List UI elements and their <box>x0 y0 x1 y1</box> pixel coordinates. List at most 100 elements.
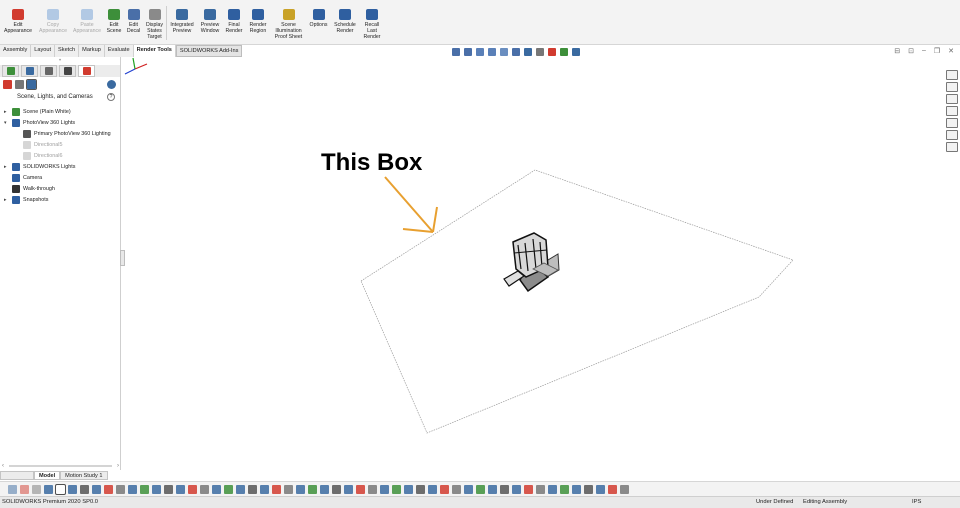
tree-node[interactable]: Directional5 <box>0 139 120 150</box>
tree-node[interactable]: Directional6 <box>0 150 120 161</box>
toolbar-tool-45-icon[interactable] <box>536 484 545 494</box>
dynamic-annotation-icon[interactable] <box>500 48 508 56</box>
toolbar-tool-46-icon[interactable] <box>548 484 557 494</box>
toolbar-tool-42-icon[interactable] <box>500 484 509 494</box>
edit-appearance-hud-icon[interactable] <box>548 48 556 56</box>
toolbar-tool-50-icon[interactable] <box>596 484 605 494</box>
window-control-2[interactable]: – <box>922 47 926 55</box>
file-explorer-icon[interactable] <box>946 94 958 104</box>
toolbar-tool-32-icon[interactable] <box>380 484 389 494</box>
preview-window-button[interactable]: Preview Window <box>197 0 223 45</box>
tab-evaluate[interactable]: Evaluate <box>104 45 134 57</box>
schedule-render-button[interactable]: Schedule Render <box>331 0 359 45</box>
toolbar-tool-30-icon[interactable] <box>356 484 365 494</box>
toolbar-tool-10-icon[interactable] <box>116 484 125 494</box>
property-manager-tab[interactable] <box>21 65 38 77</box>
toolbar-tool-34-icon[interactable] <box>404 484 413 494</box>
edit-decal-button[interactable]: Edit Decal <box>124 0 143 45</box>
toolbar-tool-7-icon[interactable] <box>80 484 89 494</box>
toolbar-tool-19-icon[interactable] <box>224 484 233 494</box>
edit-scene-button[interactable]: Edit Scene <box>104 0 124 45</box>
hide-show-items-icon[interactable] <box>536 48 544 56</box>
view-palette-icon[interactable] <box>946 106 958 116</box>
tree-node[interactable]: Camera <box>0 172 120 183</box>
tab-assembly[interactable]: Assembly <box>0 45 32 57</box>
toolbar-tool-52-icon[interactable] <box>620 484 629 494</box>
toolbar-tool-47-icon[interactable] <box>560 484 569 494</box>
design-library-icon[interactable] <box>946 82 958 92</box>
tab-markup[interactable]: Markup <box>79 45 105 57</box>
home-icon[interactable] <box>946 70 958 80</box>
custom-properties-icon[interactable] <box>946 130 958 140</box>
display-style-icon[interactable] <box>524 48 532 56</box>
section-view-icon[interactable] <box>488 48 496 56</box>
expand-arrow-icon[interactable]: ▸ <box>4 197 7 203</box>
integrated-preview-button[interactable]: Integrated Preview <box>167 0 197 45</box>
toolbar-tool-4-icon[interactable] <box>44 484 53 494</box>
toolbar-tool-17-icon[interactable] <box>200 484 209 494</box>
toolbar-tool-29-icon[interactable] <box>344 484 353 494</box>
toolbar-tool-33-icon[interactable] <box>392 484 401 494</box>
appearances-icon[interactable] <box>3 79 12 89</box>
toolbar-tool-31-icon[interactable] <box>368 484 377 494</box>
solidworks-forum-icon[interactable] <box>946 142 958 152</box>
toolbar-tool-25-icon[interactable] <box>296 484 305 494</box>
display-manager-tab[interactable] <box>78 65 95 77</box>
tab-motion-study-1[interactable]: Motion Study 1 <box>60 471 108 480</box>
final-render-button[interactable]: Final Render <box>223 0 245 45</box>
apply-scene-icon[interactable] <box>560 48 568 56</box>
tree-node[interactable]: Walk-through <box>0 183 120 194</box>
toolbar-tool-18-icon[interactable] <box>212 484 221 494</box>
tree-node[interactable]: ▸ SOLIDWORKS Lights <box>0 161 120 172</box>
filter-icon[interactable] <box>107 79 116 89</box>
zoom-to-fit-icon[interactable] <box>452 48 460 56</box>
tree-node[interactable]: ▸ Snapshots <box>0 194 120 205</box>
toolbar-tool-35-icon[interactable] <box>416 484 425 494</box>
toolbar-tool-5-icon[interactable] <box>55 483 66 495</box>
toolbar-tool-22-icon[interactable] <box>260 484 269 494</box>
toolbar-tool-48-icon[interactable] <box>572 484 581 494</box>
toolbar-tool-23-icon[interactable] <box>272 484 281 494</box>
tree-node[interactable]: Primary PhotoView 360 Lighting <box>0 128 120 139</box>
scroll-left-icon[interactable]: ‹ <box>2 463 4 469</box>
toolbar-tool-26-icon[interactable] <box>308 484 317 494</box>
help-icon[interactable]: ? <box>107 93 115 101</box>
toolbar-tool-21-icon[interactable] <box>248 484 257 494</box>
expand-arrow-icon[interactable]: ▸ <box>4 164 7 170</box>
recall-render-button[interactable]: Recall Last Render <box>359 0 385 45</box>
scroll-right-icon[interactable]: › <box>117 463 119 469</box>
dimxpert-tab[interactable] <box>59 65 76 77</box>
toolbar-tool-11-icon[interactable] <box>128 484 137 494</box>
tab-solidworks-add-ins[interactable]: SOLIDWORKS Add-Ins <box>175 45 243 57</box>
feature-manager-tab[interactable] <box>2 65 19 77</box>
options-button[interactable]: Options <box>306 0 331 45</box>
configuration-manager-tab[interactable] <box>40 65 57 77</box>
collapse-arrow-icon[interactable]: ▾ <box>4 120 7 126</box>
toolbar-tool-3-icon[interactable] <box>32 484 41 494</box>
window-control-4[interactable]: ✕ <box>948 47 954 55</box>
toolbar-tool-8-icon[interactable] <box>92 484 101 494</box>
tree-node[interactable]: ▸ Scene (Plain White) <box>0 106 120 117</box>
scene-lights-cameras-icon[interactable] <box>26 78 37 90</box>
expand-arrow-icon[interactable]: ▸ <box>4 109 7 115</box>
toolbar-tool-44-icon[interactable] <box>524 484 533 494</box>
toolbar-tool-38-icon[interactable] <box>452 484 461 494</box>
toolbar-tool-13-icon[interactable] <box>152 484 161 494</box>
horizontal-scrollbar[interactable]: ‹ › <box>0 462 121 470</box>
tab-model[interactable]: Model <box>34 471 61 480</box>
toolbar-tool-43-icon[interactable] <box>512 484 521 494</box>
toolbar-tool-14-icon[interactable] <box>164 484 173 494</box>
window-control-3[interactable]: ❐ <box>934 47 940 55</box>
toolbar-tool-41-icon[interactable] <box>488 484 497 494</box>
zoom-to-area-icon[interactable] <box>464 48 472 56</box>
window-control-1[interactable]: ⊡ <box>908 47 914 55</box>
decals-icon[interactable] <box>15 79 24 89</box>
toolbar-tool-12-icon[interactable] <box>140 484 149 494</box>
toolbar-tool-20-icon[interactable] <box>236 484 245 494</box>
toolbar-tool-6-icon[interactable] <box>68 484 77 494</box>
view-settings-icon[interactable] <box>572 48 580 56</box>
toolbar-tool-27-icon[interactable] <box>320 484 329 494</box>
window-control-0[interactable]: ⊟ <box>894 47 900 55</box>
graphics-area[interactable]: This Box <box>121 57 946 470</box>
toolbar-tool-40-icon[interactable] <box>476 484 485 494</box>
